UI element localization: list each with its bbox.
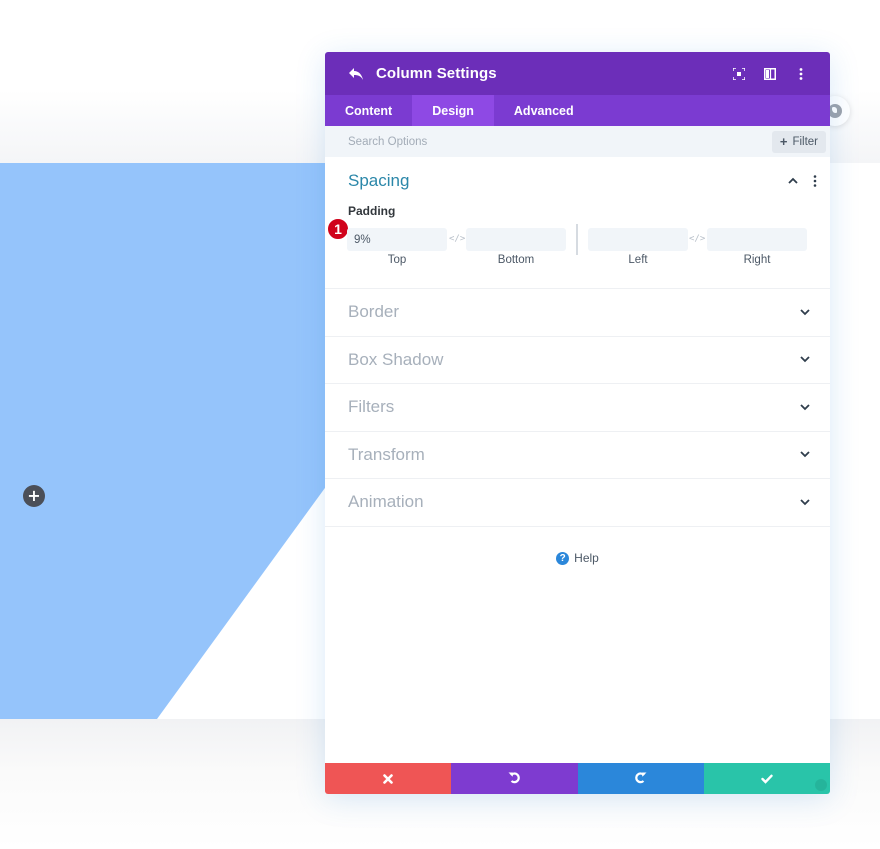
- filters-group[interactable]: Filters: [325, 384, 830, 432]
- filter-label: Filter: [792, 135, 818, 148]
- padding-bottom-input[interactable]: [466, 228, 566, 251]
- modal-tabs: Content Design Advanced: [325, 95, 830, 126]
- check-icon: [761, 769, 773, 788]
- help-label: Help: [574, 551, 599, 565]
- close-icon: [383, 769, 393, 788]
- link-icon[interactable]: </>: [449, 233, 465, 245]
- more-vertical-icon[interactable]: [788, 62, 814, 86]
- chevron-down-icon[interactable]: [798, 448, 812, 462]
- split-view-icon[interactable]: [757, 62, 783, 86]
- box-shadow-group[interactable]: Box Shadow: [325, 337, 830, 384]
- chevron-down-icon[interactable]: [798, 353, 812, 367]
- border-title: Border: [348, 302, 400, 322]
- help-icon: ?: [556, 551, 570, 565]
- search-bar: + Filter: [325, 126, 830, 157]
- column-settings-modal: Column Settings Content Design Advanced …: [325, 52, 830, 794]
- more-vertical-icon[interactable]: [808, 174, 822, 188]
- back-icon[interactable]: [347, 65, 365, 83]
- animation-group[interactable]: Animation: [325, 479, 830, 527]
- padding-bottom-label: Bottom: [497, 254, 535, 266]
- plus-icon: +: [27, 486, 41, 505]
- help-link[interactable]: ? Help: [325, 527, 830, 590]
- spacing-group: Spacing Padding 1 </>: [325, 157, 830, 289]
- chevron-up-icon[interactable]: [786, 174, 800, 188]
- tab-content[interactable]: Content: [325, 95, 412, 126]
- resize-handle[interactable]: [815, 779, 827, 791]
- padding-inputs: 1 </> </> Top Bottom Left Right: [325, 217, 830, 266]
- padding-top-label: Top: [387, 254, 407, 266]
- padding-divider: [576, 224, 578, 255]
- undo-icon: [508, 769, 521, 788]
- redo-button[interactable]: [577, 763, 704, 794]
- undo-button[interactable]: [451, 763, 578, 794]
- tab-advanced[interactable]: Advanced: [494, 95, 594, 126]
- add-module-button[interactable]: +: [23, 485, 45, 507]
- tab-design[interactable]: Design: [412, 95, 494, 126]
- padding-left-input[interactable]: [588, 228, 688, 251]
- redo-icon: [634, 769, 647, 788]
- animation-title: Animation: [348, 492, 424, 512]
- padding-top-input[interactable]: [347, 228, 447, 251]
- filters-title: Filters: [348, 397, 395, 417]
- page-canvas: + Column Settings Content Design Advance…: [0, 0, 880, 849]
- modal-title: Column Settings: [376, 65, 497, 82]
- search-options-input[interactable]: [348, 135, 648, 148]
- plus-icon: +: [779, 134, 788, 149]
- chevron-down-icon[interactable]: [798, 305, 812, 319]
- filter-button[interactable]: + Filter: [771, 130, 826, 153]
- transform-title: Transform: [348, 444, 425, 464]
- box-shadow-title: Box Shadow: [348, 349, 444, 369]
- globe-icon: [828, 104, 842, 118]
- fullscreen-icon[interactable]: [726, 62, 752, 86]
- chevron-down-icon[interactable]: [798, 400, 812, 414]
- padding-left-label: Left: [628, 254, 648, 266]
- save-button[interactable]: [703, 763, 830, 794]
- discard-button[interactable]: [325, 763, 452, 794]
- blue-column-shape: [0, 163, 330, 719]
- transform-group[interactable]: Transform: [325, 432, 830, 479]
- border-group[interactable]: Border: [325, 289, 830, 337]
- header-icons: [721, 62, 814, 86]
- link-icon[interactable]: </>: [689, 233, 705, 245]
- spacing-group-header[interactable]: Spacing: [325, 157, 830, 204]
- chevron-down-icon[interactable]: [798, 495, 812, 509]
- padding-right-label: Right: [743, 254, 771, 266]
- modal-header: Column Settings: [325, 52, 830, 95]
- padding-right-input[interactable]: [707, 228, 807, 251]
- modal-footer: [325, 763, 830, 794]
- spacing-title: Spacing: [348, 170, 410, 190]
